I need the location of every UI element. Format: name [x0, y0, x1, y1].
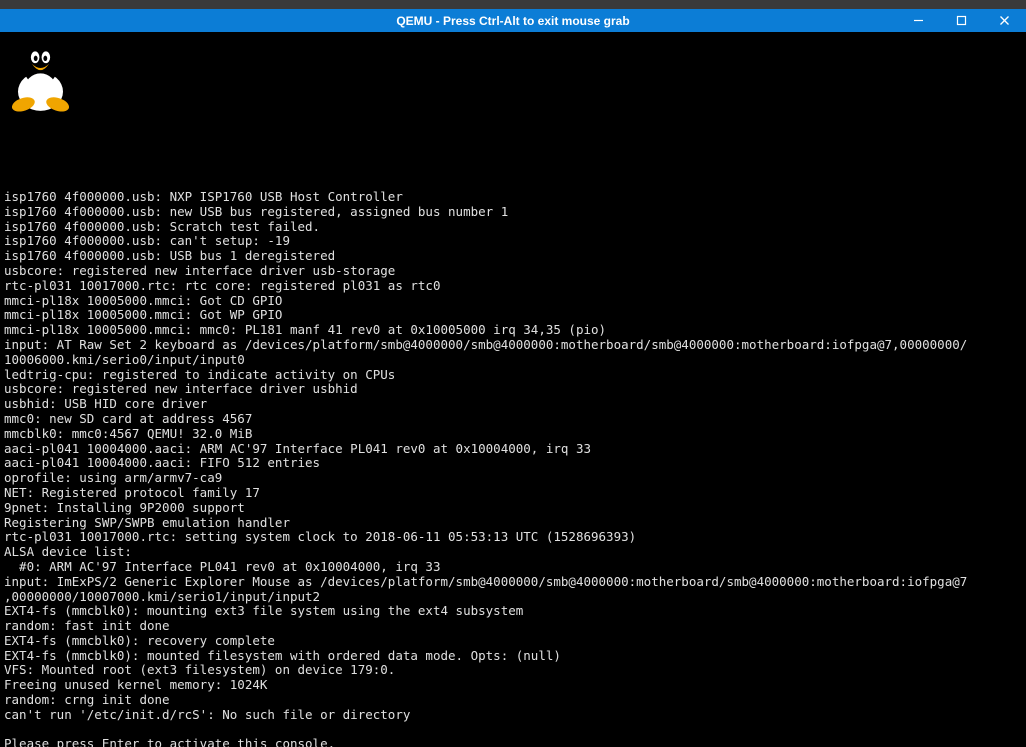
boot-log: isp1760 4f000000.usb: NXP ISP1760 USB Ho…: [4, 190, 1026, 747]
window-controls: [897, 9, 1026, 32]
maximize-button[interactable]: [940, 9, 983, 32]
tux-logo-icon: [8, 38, 73, 113]
terminal-content: isp1760 4f000000.usb: NXP ISP1760 USB Ho…: [2, 95, 1026, 747]
close-button[interactable]: [983, 9, 1026, 32]
minimize-button[interactable]: [897, 9, 940, 32]
window-title: QEMU - Press Ctrl-Alt to exit mouse grab: [396, 14, 629, 28]
window-titlebar: QEMU - Press Ctrl-Alt to exit mouse grab: [0, 9, 1026, 32]
terminal-viewport[interactable]: isp1760 4f000000.usb: NXP ISP1760 USB Ho…: [0, 32, 1026, 747]
host-menubar: [0, 0, 1026, 9]
